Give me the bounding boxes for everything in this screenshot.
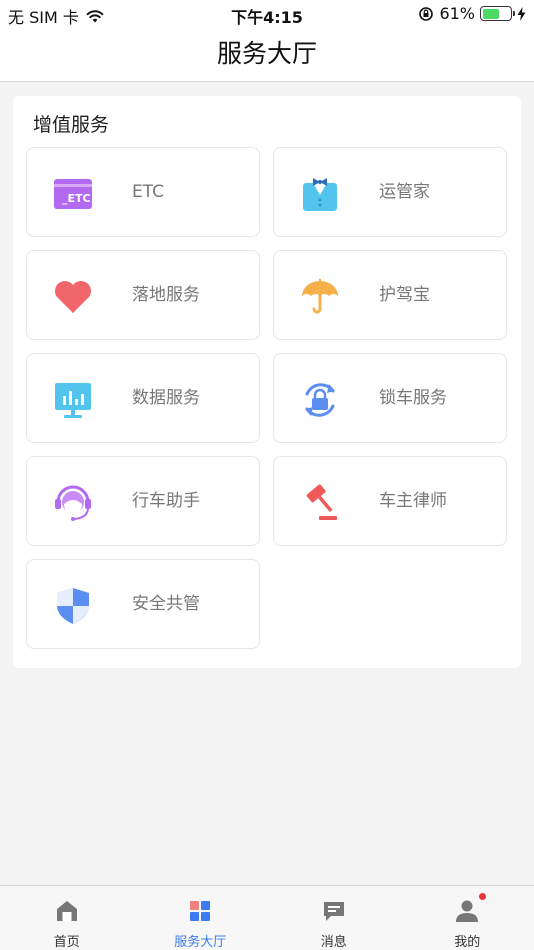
monitor-chart-icon [55, 383, 91, 418]
umbrella-icon [302, 279, 338, 314]
tab-label: 首页 [53, 935, 80, 950]
service-tile-landing[interactable]: 落地服务 [26, 250, 260, 340]
service-tile-car-owner-lawyer[interactable]: 车主律师 [273, 456, 507, 546]
tab-service-hall[interactable]: 服务大厅 [134, 886, 268, 950]
service-label: 落地服务 [132, 285, 200, 305]
battery-percent: 61% [439, 4, 475, 23]
tab-bar: 首页 服务大厅 消息 我的 [0, 885, 534, 950]
service-tile-lock-car[interactable]: 锁车服务 [273, 353, 507, 443]
user-icon [456, 900, 479, 922]
service-tile-data[interactable]: 数据服务 [26, 353, 260, 443]
service-label: 行车助手 [132, 491, 200, 511]
service-label: 锁车服务 [379, 388, 447, 408]
service-label: 数据服务 [132, 388, 200, 408]
tab-label: 我的 [454, 935, 481, 950]
status-bar: 无 SIM 卡 下午4:15 61% [0, 0, 534, 28]
tab-label: 服务大厅 [174, 935, 227, 950]
gavel-icon [306, 484, 337, 520]
heart-icon [55, 281, 91, 313]
svg-text:_ETC: _ETC [62, 192, 91, 205]
service-label: ETC [132, 182, 164, 202]
butler-suit-icon [303, 178, 337, 211]
service-tile-yunguanjia[interactable]: 运管家 [273, 147, 507, 237]
navigation-bar: 服务大厅 [0, 28, 534, 82]
message-icon [323, 902, 344, 921]
shield-icon [57, 588, 89, 624]
tab-mine[interactable]: 我的 [401, 886, 534, 950]
battery-level [482, 8, 499, 19]
home-icon [56, 901, 77, 921]
tab-home[interactable]: 首页 [0, 886, 134, 950]
service-tile-driving-assistant[interactable]: 行车助手 [26, 456, 260, 546]
orientation-lock-icon [419, 6, 434, 21]
service-label: 安全共管 [132, 594, 200, 614]
battery-icon [480, 6, 515, 21]
section-title: 增值服务 [33, 114, 110, 136]
tab-messages[interactable]: 消息 [267, 886, 401, 950]
tab-label: 消息 [320, 935, 347, 950]
service-tile-etc[interactable]: _ETC ETC [26, 147, 260, 237]
service-label: 车主律师 [379, 491, 447, 511]
page-title: 服务大厅 [216, 39, 317, 68]
lock-refresh-icon [305, 383, 335, 417]
service-tile-safety-co-management[interactable]: 安全共管 [26, 559, 260, 649]
charging-bolt-icon [517, 6, 526, 21]
service-label: 运管家 [379, 182, 430, 202]
notification-badge [479, 893, 487, 900]
grid-icon [190, 901, 211, 921]
etc-card-icon: _ETC [54, 179, 92, 209]
service-label: 护驾宝 [379, 285, 430, 305]
service-tile-hujiabao[interactable]: 护驾宝 [273, 250, 507, 340]
headset-assistant-icon [55, 485, 91, 521]
value-added-services-card: 增值服务 _ETC ETC 运管家 落地服务 护驾宝 数据服务 锁车服务 行车助… [13, 96, 521, 668]
